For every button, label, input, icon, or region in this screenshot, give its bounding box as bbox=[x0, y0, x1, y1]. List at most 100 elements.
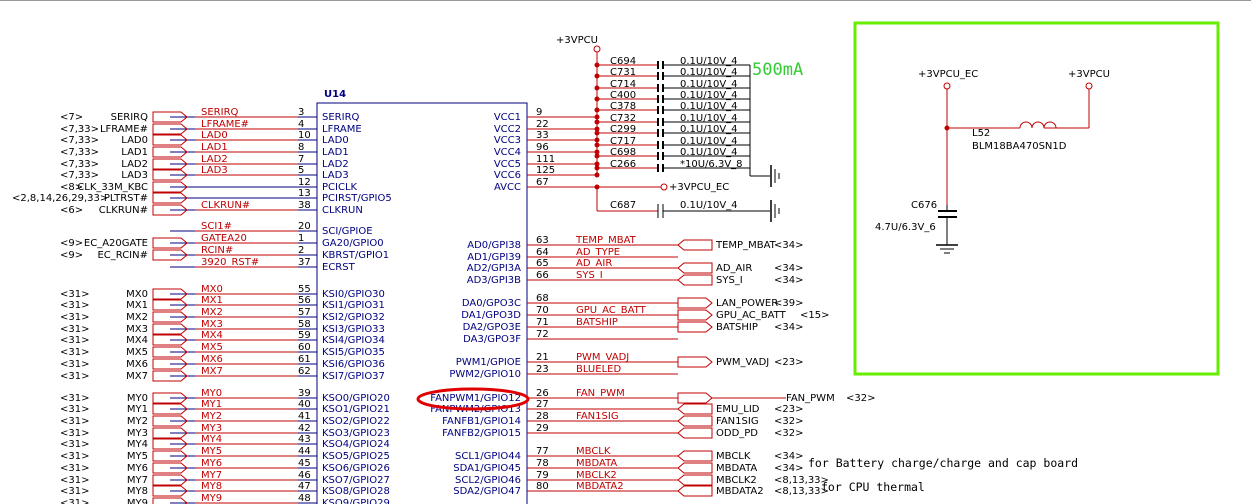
right-pin-signal: MBDATA2 bbox=[576, 481, 624, 492]
right-pin-number: 26 bbox=[536, 388, 549, 399]
left-pin-name: KSO2/GPIO22 bbox=[322, 416, 390, 427]
vcc-pin-name: VCC5 bbox=[494, 159, 521, 170]
left-pin-signal: MY9 bbox=[201, 493, 222, 504]
left-net-ref: <31> bbox=[60, 359, 89, 370]
right-net-ref: <34> bbox=[774, 240, 803, 251]
left-pin-name: KSO1/GPIO21 bbox=[322, 404, 390, 415]
vcc-pin-number: 111 bbox=[536, 154, 555, 165]
left-pin-signal: MY7 bbox=[201, 470, 222, 481]
right-pin-signal: PWM_VADJ bbox=[576, 352, 629, 363]
right-pin-name: SCL2/GPIO46 bbox=[455, 475, 521, 486]
left-pin-number: 2 bbox=[298, 245, 304, 256]
right-pin-name: PWM1/GPIOE bbox=[456, 357, 521, 368]
left-pin-number: 1 bbox=[298, 233, 304, 244]
right-pin-number: 70 bbox=[536, 305, 549, 316]
left-pin-signal: 3920_RST# bbox=[201, 257, 259, 268]
right-pin-name: FANPWM1/GPIO12 bbox=[430, 393, 521, 404]
right-net-name: SYS_I bbox=[716, 275, 743, 286]
cap-value: 0.1U/10V_4 bbox=[680, 79, 738, 90]
right-pin-name: AD2/GPI3A bbox=[467, 263, 521, 274]
left-pin-name: SERIRQ bbox=[322, 112, 360, 123]
right-pin-name: DA2/GPO3E bbox=[463, 322, 521, 333]
left-pin-name: KSI4/GPIO34 bbox=[322, 335, 385, 346]
left-pin-signal: MY1 bbox=[201, 399, 222, 410]
left-pin-name: GA20/GPIO0 bbox=[322, 238, 384, 249]
right-net-flag bbox=[677, 274, 713, 286]
left-pin-number: 8 bbox=[298, 142, 304, 153]
left-pin-signal: LFRAME# bbox=[201, 119, 249, 130]
left-net-name: MY8 bbox=[127, 486, 148, 497]
inductor-part: BLM18BA470SN1D bbox=[972, 141, 1067, 152]
left-pin-name: LAD1 bbox=[322, 147, 349, 158]
left-net-name: MY2 bbox=[127, 416, 148, 427]
left-pin-name: KSI0/GPIO30 bbox=[322, 289, 385, 300]
cap-value: 0.1U/10V_4 bbox=[680, 124, 738, 135]
left-net-ref: <7,33> bbox=[60, 135, 99, 146]
right-pin-signal: FAN_PWM bbox=[576, 388, 625, 399]
left-pin-name: KSO3/GPIO23 bbox=[322, 428, 390, 439]
left-pin-name: KSI3/GPIO33 bbox=[322, 324, 385, 335]
vcc-pin-name: VCC4 bbox=[494, 147, 521, 158]
left-net-name: CLK_33M_KBC bbox=[77, 182, 148, 193]
cap-value: 0.1U/10V_4 bbox=[680, 101, 738, 112]
chip-ref: U14 bbox=[324, 89, 346, 100]
left-pin-number: 60 bbox=[298, 342, 311, 353]
left-net-name: MX1 bbox=[126, 300, 148, 311]
right-net-ref: <32> bbox=[774, 428, 803, 439]
left-net-ref: <7> bbox=[60, 112, 83, 123]
right-pin-name: FANFB2/GPIO15 bbox=[442, 428, 521, 439]
vcc-pin-name: AVCC bbox=[494, 182, 521, 193]
left-net-name: MX3 bbox=[126, 324, 148, 335]
left-pin-number: 40 bbox=[298, 399, 311, 410]
cap-value: 0.1U/10V_4 bbox=[680, 90, 738, 101]
right-pin-number: 64 bbox=[536, 247, 549, 258]
left-pin-signal: LAD0 bbox=[201, 130, 228, 141]
right-pin-number: 23 bbox=[536, 364, 549, 375]
c687-ref: C687 bbox=[610, 200, 636, 211]
left-net-ref: <31> bbox=[60, 451, 89, 462]
left-net-name: MY6 bbox=[127, 463, 148, 474]
right-net-ref: <32> bbox=[846, 393, 875, 404]
right-net-name: MBDATA2 bbox=[716, 486, 764, 497]
inductor-icon bbox=[1019, 121, 1057, 129]
right-pin-name: FANFB1/GPIO14 bbox=[442, 416, 521, 427]
vcc-pin-number: 22 bbox=[536, 119, 549, 130]
left-net-name: MY7 bbox=[127, 475, 148, 486]
left-pin-number: 57 bbox=[298, 307, 311, 318]
left-pin-number: 39 bbox=[298, 388, 311, 399]
right-pin-signal: BLUELED bbox=[576, 364, 621, 375]
left-net-ref: <31> bbox=[60, 439, 89, 450]
right-net-name: ODD_PD bbox=[716, 428, 758, 439]
note-cpu-thermal: for CPU thermal bbox=[821, 480, 925, 494]
left-net-ref: <8> bbox=[60, 182, 83, 193]
current-note: 500mA bbox=[752, 60, 803, 80]
right-net-flag bbox=[677, 297, 713, 309]
cap-value: 0.1U/10V_4 bbox=[680, 113, 738, 124]
inset-ground-icon bbox=[936, 244, 958, 254]
cap-value: 0.1U/10V_4 bbox=[680, 136, 738, 147]
left-pin-number: 7 bbox=[298, 154, 304, 165]
left-pin-signal: MY6 bbox=[201, 458, 222, 469]
left-net-name: MX6 bbox=[126, 359, 148, 370]
left-net-name: SERIRQ bbox=[111, 112, 149, 123]
left-net-name: LFRAME# bbox=[100, 124, 148, 135]
left-net-ref: <7,33> bbox=[60, 147, 99, 158]
schematic-page: { "chip": {"ref": "U14"}, "power": {"vpc… bbox=[0, 0, 1251, 504]
right-pin-signal: MBCLK bbox=[576, 446, 611, 457]
left-pin-number: 45 bbox=[298, 458, 311, 469]
left-pin-signal: MX6 bbox=[201, 354, 223, 365]
left-pin-number: 5 bbox=[298, 165, 304, 176]
left-pin-signal: CLKRUN# bbox=[201, 200, 250, 211]
note-battery: for Battery charge/charge and cap board bbox=[808, 456, 1078, 470]
vpcu-ec-label: +3VPCU_EC bbox=[669, 182, 729, 193]
left-pin-number: 59 bbox=[298, 330, 311, 341]
vpcu-ec-power-symbol bbox=[660, 183, 668, 191]
left-net-ref: <31> bbox=[60, 416, 89, 427]
left-net-ref: <31> bbox=[60, 289, 89, 300]
left-net-name: CLKRUN# bbox=[99, 205, 148, 216]
left-pin-signal: MX2 bbox=[201, 307, 223, 318]
vcc-pin-number: 96 bbox=[536, 142, 549, 153]
right-net-ref: <34> bbox=[774, 263, 803, 274]
right-net-ref: <15> bbox=[800, 310, 829, 321]
right-net-flag bbox=[677, 321, 713, 333]
